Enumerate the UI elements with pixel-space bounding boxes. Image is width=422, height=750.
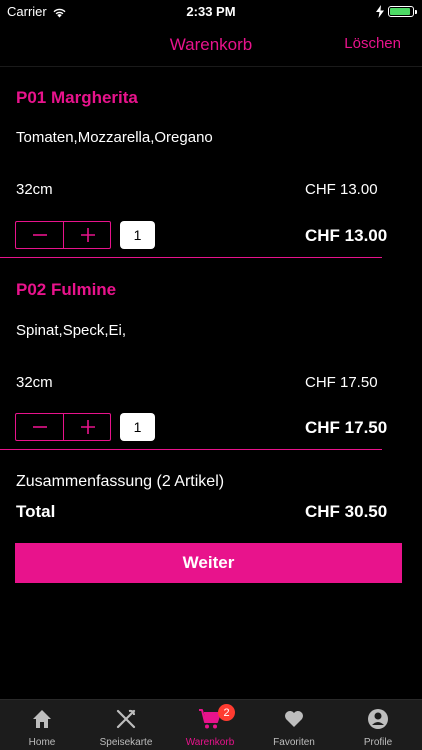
tab-label: Favoriten [273,737,315,748]
quantity-field[interactable]: 1 [120,221,155,249]
tab-label: Warenkorb [185,737,235,748]
tab-bar: Home Speisekarte 2 Warenkorb Favoriten P… [0,699,422,750]
decrease-quantity-button[interactable] [16,414,64,440]
item-name: P02 Fulmine [16,280,117,299]
clock: 2:33 PM [186,4,236,19]
continue-button[interactable]: Weiter [15,543,402,583]
cart-item: P01 Margherita Tomaten,Mozzarella,Oregan… [0,66,422,259]
cart-item: P02 Fulmine Spinat,Speck,Ei, 32cm CHF 17… [0,259,422,452]
decrease-quantity-button[interactable] [16,222,64,248]
tab-home[interactable]: Home [0,700,84,750]
quantity-stepper [15,413,111,441]
minus-icon [32,426,47,428]
clear-cart-button[interactable]: Löschen [344,35,401,52]
tab-speisekarte[interactable]: Speisekarte [84,700,168,750]
item-unit-price: CHF 13.00 [305,181,378,198]
item-name: P01 Margherita [16,88,138,107]
total-value: CHF 30.50 [305,502,388,521]
divider [0,449,382,450]
fork-knife-icon [116,709,136,729]
battery-icon [388,6,417,17]
tab-warenkorb[interactable]: 2 Warenkorb [168,700,252,750]
status-bar: Carrier 2:33 PM [0,0,422,24]
item-description: Tomaten,Mozzarella,Oregano [16,129,213,146]
item-total: CHF 17.50 [305,418,388,437]
divider [0,257,382,258]
home-icon [33,710,51,728]
total-label: Total [16,502,56,521]
item-total: CHF 13.00 [305,226,388,245]
item-unit-price: CHF 17.50 [305,374,378,391]
increase-quantity-button[interactable] [64,414,111,440]
quantity-stepper [15,221,111,249]
charging-icon [376,5,384,18]
summary-label: Zusammenfassung (2 Artikel) [16,473,225,490]
quantity-field[interactable]: 1 [120,413,155,441]
minus-icon [32,234,47,236]
item-size: 32cm [16,374,53,391]
plus-icon [80,228,95,242]
tab-profile[interactable]: Profile [336,700,420,750]
user-icon [368,709,388,729]
cart-count-badge: 2 [218,704,235,721]
tab-label: Profile [363,737,393,748]
item-size: 32cm [16,181,53,198]
plus-icon [80,420,95,434]
heart-icon [285,711,303,727]
tab-label: Home [28,737,56,748]
navigation-bar: Warenkorb Löschen [0,24,422,67]
tab-favoriten[interactable]: Favoriten [252,700,336,750]
item-description: Spinat,Speck,Ei, [16,322,127,339]
tab-label: Speisekarte [99,737,153,748]
increase-quantity-button[interactable] [64,222,111,248]
